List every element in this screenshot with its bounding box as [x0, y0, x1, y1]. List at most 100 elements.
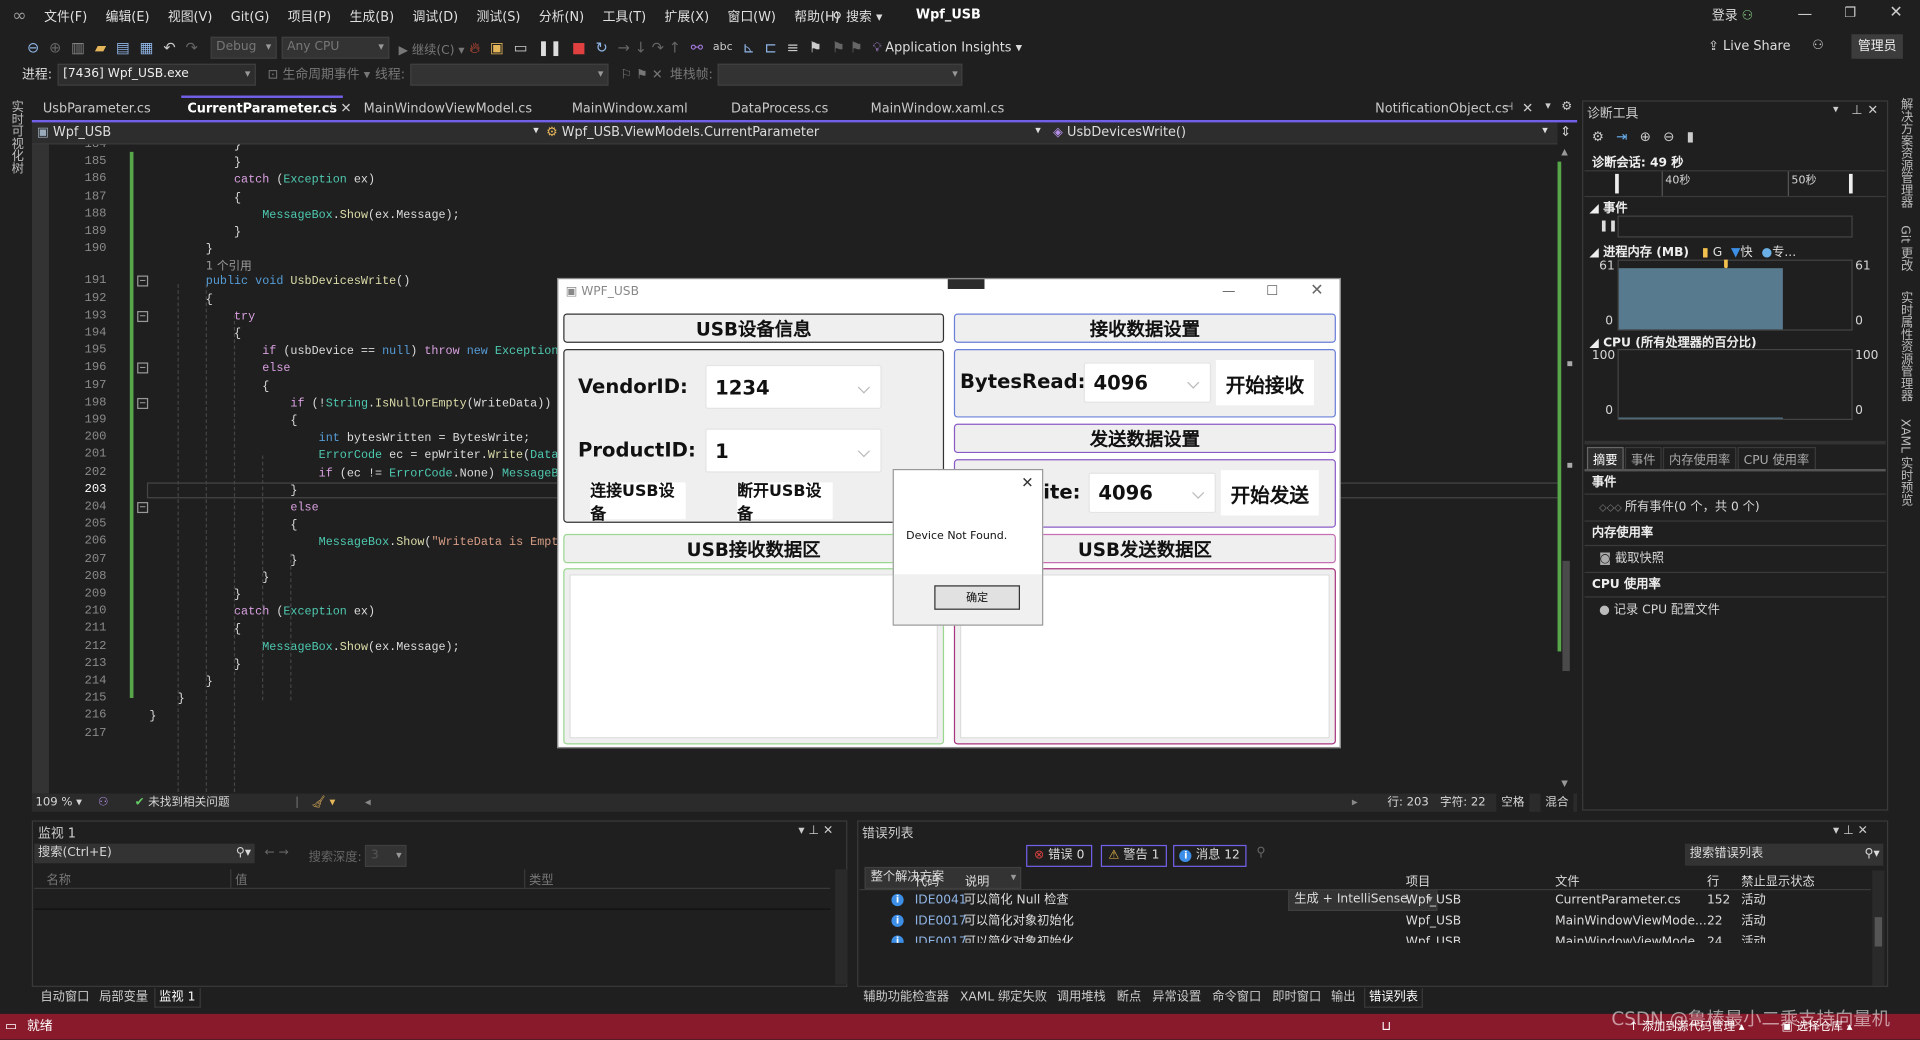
project-dropdown[interactable]: ▣ Wpf_USB ▾: [37, 125, 539, 140]
code-line[interactable]: public void UsbDevicesWrite(): [206, 274, 410, 291]
member-dropdown[interactable]: ◈ UsbDevicesWrite() ▾: [1053, 125, 1548, 140]
timeline-ruler[interactable]: 40秒 50秒: [1584, 170, 1886, 198]
h-scroll-right-icon[interactable]: ▸: [1352, 793, 1358, 811]
memory-chart[interactable]: [1617, 259, 1853, 331]
bottom-tab-7[interactable]: 输出: [1327, 988, 1359, 1006]
code-line[interactable]: }: [290, 552, 297, 569]
take-snapshot-button[interactable]: ◙ 截取快照: [1584, 544, 1886, 572]
collapse-icon[interactable]: −: [137, 362, 149, 374]
menu-item[interactable]: 编辑(E): [106, 7, 150, 25]
ok-button[interactable]: 确定: [934, 585, 1021, 610]
diagnostics-tab-1[interactable]: 事件: [1624, 446, 1662, 471]
back-icon[interactable]: ⊖: [27, 39, 39, 56]
step-into-icon[interactable]: ⊾: [742, 39, 754, 56]
tab-notificationobject-cs[interactable]: NotificationObject.cs: [1369, 98, 1515, 120]
code-line[interactable]: }: [234, 224, 241, 241]
cpu-chart[interactable]: [1617, 348, 1853, 421]
errors-filter-button[interactable]: ⊗ 错误 0: [1026, 844, 1093, 867]
code-line[interactable]: int bytesWritten = BytesWrite;: [319, 430, 531, 447]
tab-usbparameter-cs[interactable]: UsbParameter.cs: [37, 98, 157, 120]
bottom-tab-4[interactable]: 异常设置: [1149, 988, 1205, 1006]
code-line[interactable]: {: [290, 413, 297, 430]
wpf-minimize-button[interactable]: —: [1222, 283, 1235, 299]
code-line[interactable]: catch (Exception ex): [234, 604, 375, 621]
stack-frame-dropdown[interactable]: [717, 63, 963, 86]
restart-icon[interactable]: ↻: [596, 39, 608, 56]
redo-icon[interactable]: ↷: [185, 39, 197, 56]
all-events-link[interactable]: ◇◇◇ 所有事件(0 个，共 0 个): [1584, 493, 1886, 520]
login-button[interactable]: 登录 ⚇: [1712, 6, 1753, 24]
code-line[interactable]: if (!String.IsNullOrEmpty(WriteData)): [290, 395, 551, 412]
cpu-section-title[interactable]: ◢ CPU (所有处理器的百分比): [1589, 332, 1756, 350]
pin-icon[interactable]: ⊥: [1851, 103, 1862, 118]
code-line[interactable]: 1 个引用: [206, 259, 252, 273]
debug-toolbar-handle[interactable]: [947, 279, 985, 289]
save-all-icon[interactable]: ▦: [140, 39, 154, 56]
open-icon[interactable]: ▰: [95, 39, 106, 56]
code-line[interactable]: try: [234, 308, 255, 325]
collapse-icon[interactable]: −: [137, 502, 149, 514]
menu-item[interactable]: 项目(P): [288, 7, 332, 25]
hot-reload-icon[interactable]: 🔥︎: [469, 39, 480, 57]
whitespace-indicator[interactable]: 空格: [1496, 793, 1530, 812]
class-dropdown[interactable]: ⚙ Wpf_USB.ViewModels.CurrentParameter ▾: [546, 125, 1041, 140]
code-line[interactable]: }: [149, 708, 156, 725]
diagnostics-icon[interactable]: ⚯: [691, 39, 703, 56]
bottom-tab-5[interactable]: 命令窗口: [1209, 988, 1265, 1006]
watch-tab-0[interactable]: 自动窗口: [37, 988, 93, 1006]
diagnostics-tab-0[interactable]: 摘要: [1586, 446, 1624, 471]
pin-tab-icon[interactable]: ⊣: [323, 102, 333, 114]
code-line[interactable]: {: [262, 378, 269, 395]
scroll-thumb[interactable]: [1874, 917, 1883, 947]
code-line[interactable]: catch (Exception ex): [234, 172, 375, 189]
code-line[interactable]: }: [206, 241, 213, 258]
code-line[interactable]: MessageBox.Show(ex.Message);: [262, 207, 459, 224]
code-line[interactable]: }: [234, 155, 241, 172]
warnings-filter-button[interactable]: ⚠ 警告 1: [1100, 844, 1167, 867]
timeline-end-handle[interactable]: [1848, 173, 1853, 194]
start-receive-button[interactable]: 开始接收: [1215, 360, 1314, 406]
bottom-tab-2[interactable]: 调用堆栈: [1053, 988, 1109, 1006]
menu-item[interactable]: 窗口(W): [727, 7, 775, 25]
codelens-references[interactable]: 1 个引用: [206, 260, 252, 273]
live-visual-tree-tab[interactable]: 实时可视化树: [6, 100, 24, 173]
admin-badge[interactable]: 管理员: [1851, 34, 1903, 59]
code-line[interactable]: ErrorCode ec = epWriter.Write(Data: [319, 447, 559, 464]
layout-icon[interactable]: ▭: [514, 39, 528, 56]
watch-panel-controls[interactable]: ▾ ⊥ ✕: [798, 824, 833, 837]
code-line[interactable]: MessageBox.Show("WriteData is Empt: [319, 534, 559, 551]
menu-item[interactable]: 工具(T): [603, 7, 647, 25]
menu-item[interactable]: 调试(D): [413, 7, 459, 25]
menu-item[interactable]: 分析(N): [539, 7, 584, 25]
start-send-button[interactable]: 开始发送: [1220, 470, 1319, 516]
diagnostics-tab-3[interactable]: CPU 使用率: [1737, 446, 1816, 471]
error-row[interactable]: i IDE0017 可以简化对象初始化 Wpf_USB MainWindowViewMo…: [889, 911, 1869, 932]
zoom-out-icon[interactable]: ⊖: [1663, 129, 1674, 145]
config-dropdown[interactable]: Debug: [210, 36, 277, 59]
bottom-tab-3[interactable]: 断点: [1113, 988, 1145, 1006]
cleanup-icon[interactable]: 🧹︎ ▾: [311, 793, 335, 811]
collapse-icon[interactable]: −: [137, 275, 149, 288]
filter-icon[interactable]: ⚲: [1256, 845, 1265, 860]
bottom-tab-1[interactable]: XAML 绑定失败: [956, 988, 1050, 1006]
split-editor-icon[interactable]: ⇕: [1560, 124, 1571, 140]
bookmark-nav-icon[interactable]: ⚑ ⚑: [832, 39, 863, 56]
flag-icons[interactable]: ⚐ ⚑ ✕: [621, 67, 663, 82]
stop-icon[interactable]: ■: [572, 39, 586, 56]
zoom-dropdown[interactable]: 109 % ▾: [36, 793, 83, 811]
export-icon[interactable]: ⇥: [1616, 129, 1627, 145]
process-dropdown[interactable]: [7436] Wpf_USB.exe: [56, 63, 256, 86]
menu-item[interactable]: 文件(F): [44, 7, 87, 25]
right-strip-tab-1[interactable]: Git 更改: [1896, 225, 1914, 281]
scroll-up-icon[interactable]: ▲: [1561, 147, 1568, 157]
timeline-start-handle[interactable]: [1615, 173, 1619, 194]
tab-mainwindow-xaml-cs[interactable]: MainWindow.xaml.cs: [864, 98, 1010, 120]
bottom-tab-0[interactable]: 辅助功能检查器: [860, 988, 953, 1006]
code-line[interactable]: if (ec != ErrorCode.None) MessageB: [319, 465, 559, 482]
undo-icon[interactable]: ↶: [163, 39, 175, 56]
tab-mainwindowviewmodel-cs[interactable]: MainWindowViewModel.cs: [358, 98, 539, 120]
attach-icon[interactable]: ▣: [490, 39, 504, 56]
receive-data-textbox[interactable]: [569, 574, 938, 739]
menu-item[interactable]: 扩展(X): [665, 7, 710, 25]
collapse-icon[interactable]: −: [137, 397, 149, 409]
